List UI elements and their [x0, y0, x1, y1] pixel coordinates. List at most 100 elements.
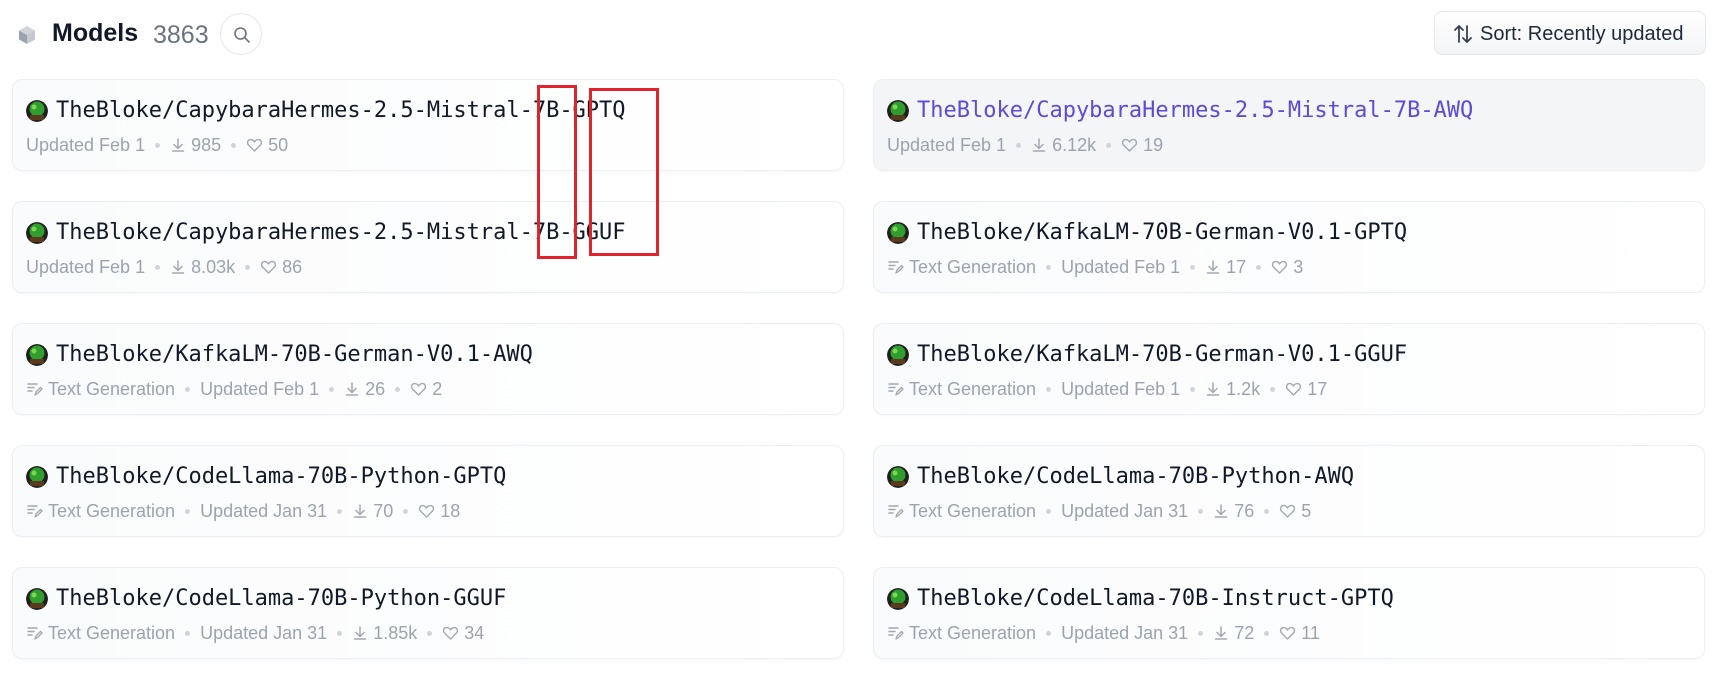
models-header: Models 3863 Sort: Recently updated — [0, 0, 1715, 66]
model-card[interactable]: TheBloke/CapybaraHermes-2.5-Mistral-7B-G… — [12, 79, 844, 171]
pipeline-tag[interactable]: Text Generation — [26, 378, 175, 400]
pipeline-label: Text Generation — [909, 257, 1037, 277]
model-meta: Text Generation Updated Jan 31 70 18 — [26, 500, 460, 522]
heart-icon — [1280, 504, 1296, 518]
like-count: 86 — [282, 257, 303, 277]
heart-icon — [443, 626, 459, 640]
model-meta: Text Generation Updated Feb 1 1.2k 17 — [887, 378, 1327, 400]
download-icon — [171, 138, 185, 152]
heart-icon — [261, 260, 277, 274]
avatar — [26, 100, 48, 122]
download-count: 1.2k — [1226, 379, 1261, 399]
model-card[interactable]: TheBloke/CodeLlama-70B-Python-GPTQ Text … — [12, 445, 844, 537]
download-count: 8.03k — [191, 257, 236, 277]
separator-dot — [1264, 508, 1270, 514]
pipeline-tag[interactable]: Text Generation — [887, 378, 1036, 400]
model-count: 3863 — [153, 21, 209, 49]
separator-dot — [1270, 386, 1276, 392]
separator-dot — [155, 142, 161, 148]
download-count: 76 — [1234, 501, 1255, 521]
search-icon — [234, 27, 250, 43]
pipeline-tag[interactable]: Text Generation — [26, 500, 175, 522]
model-name-link[interactable]: TheBloke/KafkaLM-70B-German-V0.1-AWQ — [56, 340, 533, 370]
model-card[interactable]: TheBloke/CodeLlama-70B-Python-GGUF Text … — [12, 567, 844, 659]
updated-date: Updated Jan 31 — [1061, 623, 1189, 643]
pipeline-tag[interactable]: Text Generation — [887, 500, 1036, 522]
annotation-box-7b — [537, 85, 577, 259]
pipeline-label: Text Generation — [909, 501, 1037, 521]
heart-icon — [1280, 626, 1296, 640]
updated-date: Updated Jan 31 — [1061, 501, 1189, 521]
avatar — [887, 100, 909, 122]
download-count: 26 — [365, 379, 386, 399]
download-count: 70 — [373, 501, 394, 521]
like-count: 18 — [440, 501, 461, 521]
separator-dot — [185, 630, 191, 636]
download-count: 72 — [1234, 623, 1255, 643]
sort-arrows-icon — [1454, 25, 1472, 43]
text-generation-icon — [888, 260, 904, 274]
sort-button[interactable]: Sort: Recently updated — [1434, 11, 1706, 55]
download-icon — [1214, 504, 1228, 518]
separator-dot — [185, 386, 191, 392]
model-name-link[interactable]: TheBloke/KafkaLM-70B-German-V0.1-GGUF — [917, 340, 1407, 370]
like-count: 50 — [268, 135, 289, 155]
model-card[interactable]: TheBloke/CodeLlama-70B-Python-AWQ Text G… — [873, 445, 1705, 537]
model-card[interactable]: TheBloke/CapybaraHermes-2.5-Mistral-7B-G… — [12, 201, 844, 293]
separator-dot — [1046, 508, 1052, 514]
pipeline-label: Text Generation — [48, 379, 176, 399]
model-name-link[interactable]: TheBloke/CodeLlama-70B-Python-GPTQ — [56, 462, 506, 492]
model-name-link[interactable]: TheBloke/CapybaraHermes-2.5-Mistral-7B-A… — [917, 96, 1473, 126]
annotation-box-suffix — [589, 88, 659, 256]
heart-icon — [1122, 138, 1138, 152]
separator-dot — [395, 386, 401, 392]
updated-date: Updated Jan 31 — [200, 623, 328, 643]
avatar — [887, 222, 909, 244]
cube-icon — [19, 26, 35, 44]
model-card[interactable]: TheBloke/CapybaraHermes-2.5-Mistral-7B-A… — [873, 79, 1705, 171]
avatar — [887, 466, 909, 488]
heart-icon — [1272, 260, 1288, 274]
download-count: 6.12k — [1052, 135, 1097, 155]
pipeline-tag[interactable]: Text Generation — [887, 622, 1036, 644]
separator-dot — [329, 386, 335, 392]
model-card[interactable]: TheBloke/KafkaLM-70B-German-V0.1-AWQ Tex… — [12, 323, 844, 415]
updated-date: Updated Feb 1 — [26, 135, 146, 155]
separator-dot — [155, 264, 161, 270]
model-name-link[interactable]: TheBloke/CodeLlama-70B-Python-GGUF — [56, 584, 506, 614]
separator-dot — [1106, 142, 1112, 148]
avatar — [887, 588, 909, 610]
model-meta: Updated Feb 1 6.12k 19 — [887, 134, 1163, 156]
sort-label: Sort: Recently updated — [1480, 23, 1684, 45]
model-card[interactable]: TheBloke/KafkaLM-70B-German-V0.1-GPTQ Te… — [873, 201, 1705, 293]
updated-date: Updated Feb 1 — [887, 135, 1007, 155]
separator-dot — [1190, 386, 1196, 392]
pipeline-tag[interactable]: Text Generation — [26, 622, 175, 644]
model-meta: Text Generation Updated Jan 31 76 5 — [887, 500, 1311, 522]
model-card[interactable]: TheBloke/KafkaLM-70B-German-V0.1-GGUF Te… — [873, 323, 1705, 415]
pipeline-label: Text Generation — [909, 379, 1037, 399]
separator-dot — [1190, 264, 1196, 270]
model-card[interactable]: TheBloke/CodeLlama-70B-Instruct-GPTQ Tex… — [873, 567, 1705, 659]
separator-dot — [1264, 630, 1270, 636]
pipeline-tag[interactable]: Text Generation — [887, 256, 1036, 278]
model-name-link[interactable]: TheBloke/KafkaLM-70B-German-V0.1-GPTQ — [917, 218, 1407, 248]
separator-dot — [337, 508, 343, 514]
download-icon — [1032, 138, 1046, 152]
separator-dot — [1016, 142, 1022, 148]
model-name-link[interactable]: TheBloke/CodeLlama-70B-Instruct-GPTQ — [917, 584, 1394, 614]
model-name-link[interactable]: TheBloke/CodeLlama-70B-Python-AWQ — [917, 462, 1354, 492]
pipeline-label: Text Generation — [48, 501, 176, 521]
avatar — [887, 344, 909, 366]
separator-dot — [231, 142, 237, 148]
separator-dot — [337, 630, 343, 636]
model-meta: Updated Feb 1 8.03k 86 — [26, 256, 302, 278]
search-button[interactable] — [220, 13, 262, 55]
heart-icon — [1286, 382, 1302, 396]
updated-date: Updated Feb 1 — [26, 257, 146, 277]
like-count: 19 — [1143, 135, 1164, 155]
separator-dot — [427, 630, 433, 636]
avatar — [26, 222, 48, 244]
like-count: 5 — [1301, 501, 1312, 521]
separator-dot — [403, 508, 409, 514]
